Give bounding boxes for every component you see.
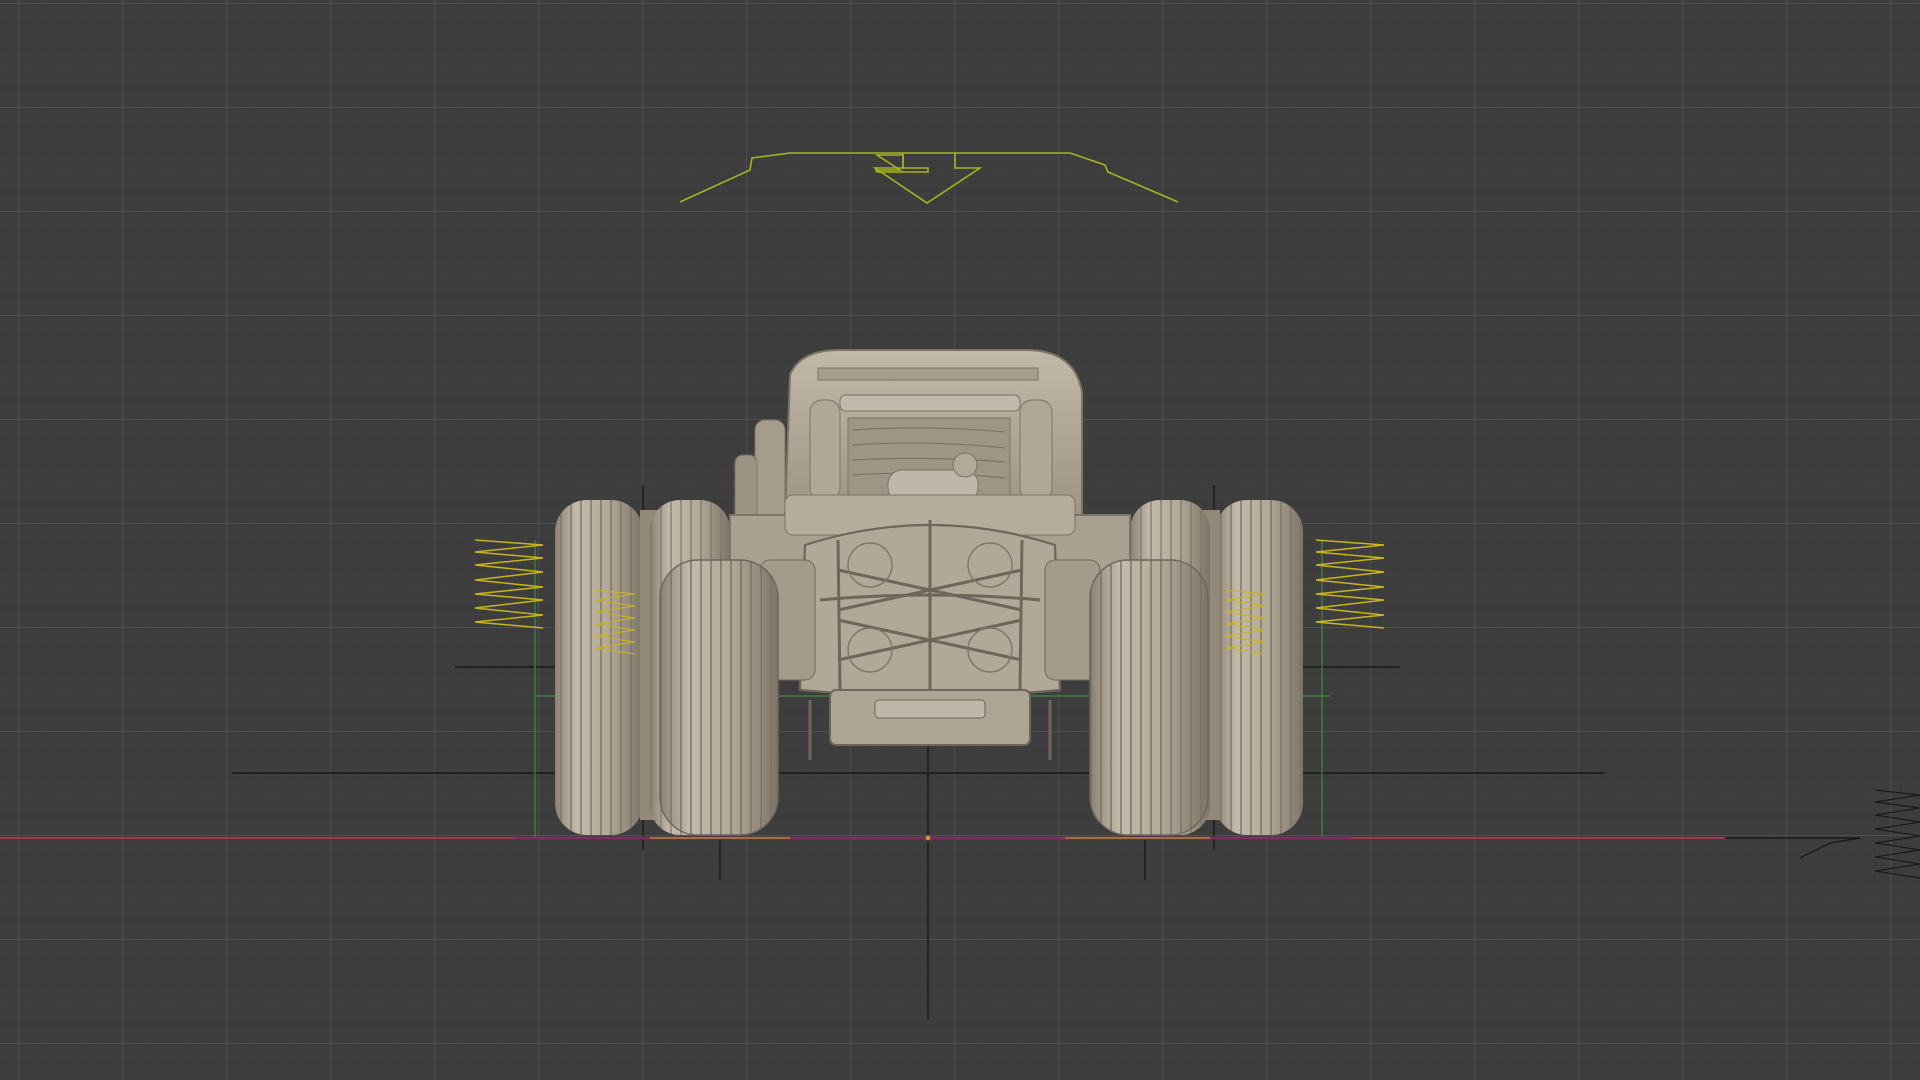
right-rear-wheel[interactable] [1195,500,1303,835]
ground-contact [515,835,1350,841]
right-outer-spring[interactable] [1315,539,1385,629]
left-front-wheel[interactable] [659,559,779,836]
3d-viewport[interactable] [0,0,1920,1080]
buggy-model[interactable] [729,349,1131,760]
right-front-wheel[interactable] [1089,559,1209,836]
left-rear-wheel[interactable] [555,500,665,835]
scene-canvas[interactable] [0,0,1920,1080]
offscreen-spring[interactable] [1874,789,1920,879]
body-rig-control[interactable] [679,152,1179,204]
left-outer-spring[interactable] [474,539,544,629]
